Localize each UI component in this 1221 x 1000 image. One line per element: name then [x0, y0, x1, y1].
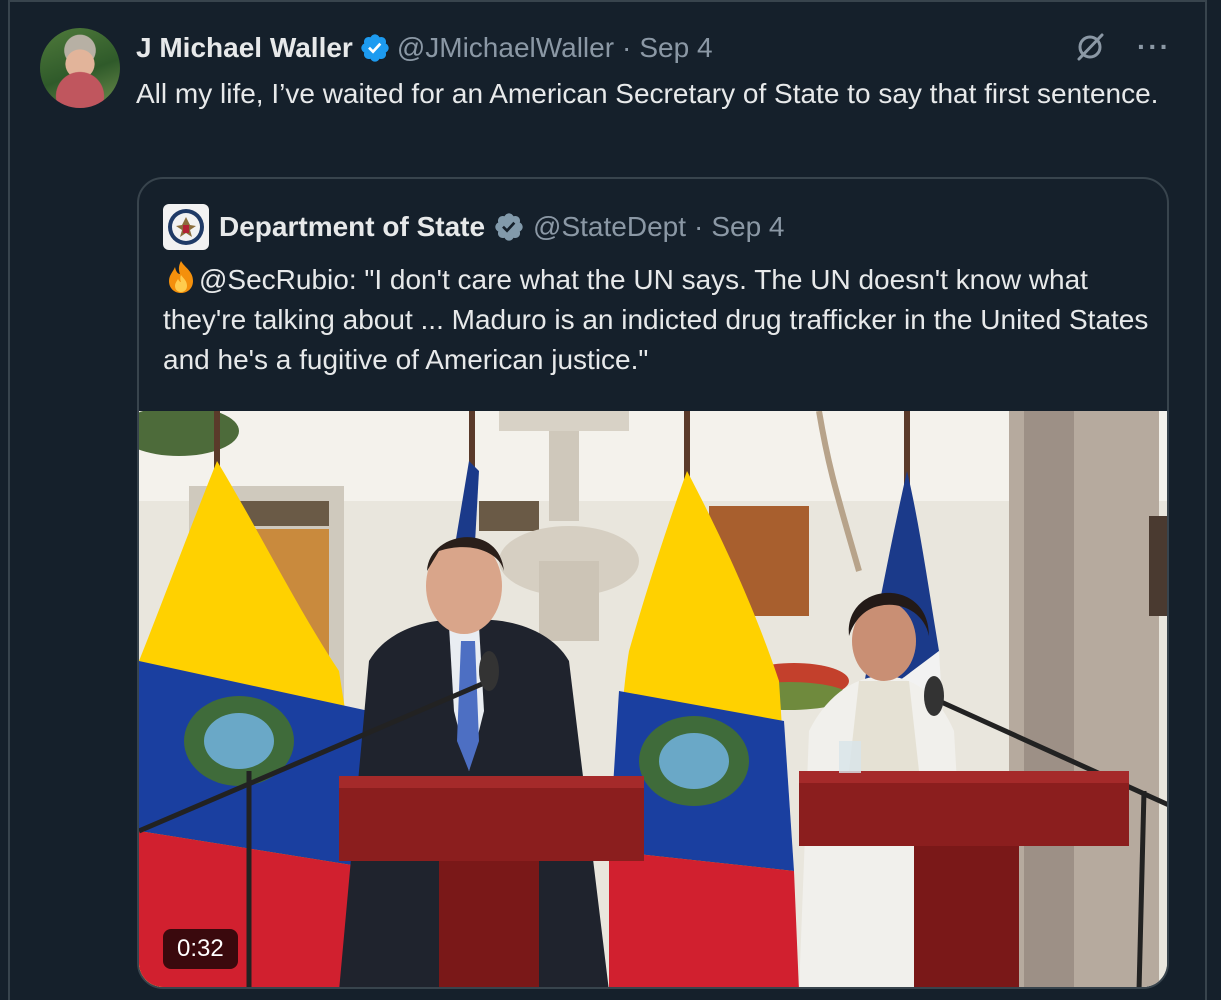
tweet-date[interactable]: Sep 4	[639, 32, 712, 64]
quoted-tweet-text-container: @SecRubio: "I don't care what the UN say…	[163, 259, 1153, 380]
grok-icon[interactable]	[1073, 30, 1107, 64]
video-duration-badge: 0:32	[163, 929, 238, 969]
author-avatar[interactable]	[40, 28, 120, 108]
verified-badge-icon	[361, 34, 389, 62]
tweet-text: All my life, I’ve waited for an American…	[136, 78, 1159, 109]
card-border-left	[8, 0, 10, 1000]
quoted-separator-dot: ·	[694, 211, 704, 242]
quoted-author-handle[interactable]: @StateDept	[533, 211, 686, 243]
more-options-icon[interactable]: ···	[1137, 33, 1171, 61]
tweet-header: J Michael Waller @JMichaelWaller · Sep 4	[136, 28, 713, 68]
quoted-tweet-date[interactable]: Sep 4	[711, 211, 784, 243]
card-border-right	[1205, 0, 1207, 1000]
quoted-tweet-header: Department of State @StateDept · Sep 4	[163, 204, 785, 250]
separator-dot: ·	[622, 32, 632, 63]
author-handle[interactable]: @JMichaelWaller	[397, 32, 614, 64]
quoted-tweet[interactable]: Department of State @StateDept · Sep 4 @…	[137, 177, 1169, 989]
video-player[interactable]: 0:32	[139, 411, 1167, 987]
author-name[interactable]: J Michael Waller	[136, 32, 353, 64]
card-border-top	[8, 0, 1205, 2]
state-dept-seal-icon[interactable]	[163, 204, 209, 250]
video-frame	[139, 411, 1167, 987]
verified-government-badge-icon	[495, 213, 523, 241]
quoted-author-name[interactable]: Department of State	[219, 211, 485, 243]
tweet-actions-top: ···	[1073, 30, 1171, 64]
quoted-tweet-text: @SecRubio: "I don't care what the UN say…	[163, 264, 1149, 375]
fire-emoji-icon	[169, 261, 193, 293]
